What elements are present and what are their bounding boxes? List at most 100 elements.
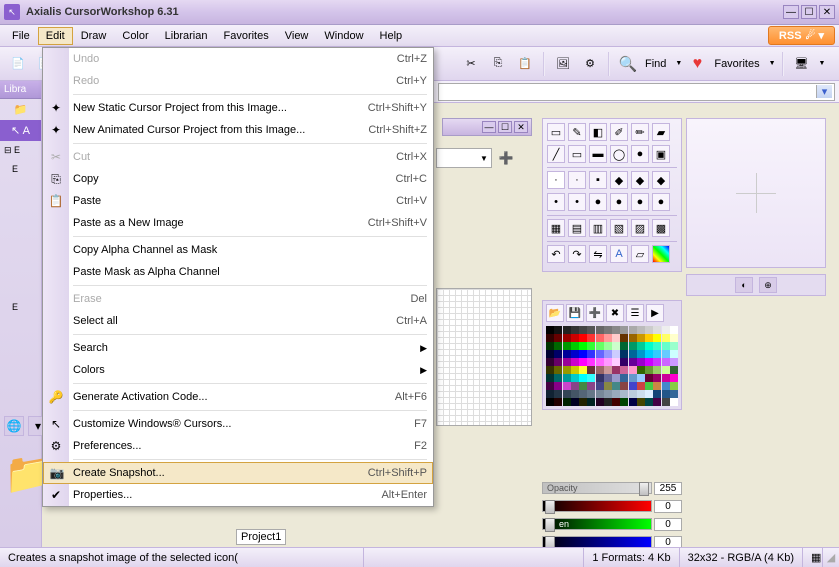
palette-add-button[interactable]: ➕ xyxy=(586,304,604,322)
color-swatch[interactable] xyxy=(662,342,670,350)
brush-tool[interactable]: ✏ xyxy=(631,123,649,141)
menu-item-create-snapshot[interactable]: 📷Create Snapshot...Ctrl+Shift+P xyxy=(43,462,433,484)
brush-size-4[interactable]: ◆ xyxy=(610,171,628,189)
menu-help[interactable]: Help xyxy=(372,27,411,45)
color-swatch[interactable] xyxy=(563,334,571,342)
opacity-value[interactable]: 255 xyxy=(654,482,682,495)
pen-tool[interactable]: ✐ xyxy=(610,123,628,141)
palette-delete-button[interactable]: ✖ xyxy=(606,304,624,322)
color-swatch[interactable] xyxy=(596,398,604,406)
color-swatch[interactable] xyxy=(637,358,645,366)
brush-size-3[interactable]: ▪ xyxy=(589,171,607,189)
color-swatch[interactable] xyxy=(637,334,645,342)
pencil-tool[interactable]: ✎ xyxy=(568,123,586,141)
menu-item-colors[interactable]: Colors▶ xyxy=(43,359,433,381)
color-swatch[interactable] xyxy=(653,398,661,406)
target-button[interactable]: ⊕ xyxy=(759,277,777,293)
color-swatch[interactable] xyxy=(620,334,628,342)
brush-round-3[interactable]: ● xyxy=(589,193,607,211)
color-swatch[interactable] xyxy=(571,390,579,398)
color-swatch[interactable] xyxy=(670,366,678,374)
red-slider[interactable] xyxy=(542,500,652,512)
gradient-5[interactable]: ▨ xyxy=(631,219,649,237)
ellipse-tool[interactable]: ◯ xyxy=(610,145,628,163)
color-swatch[interactable] xyxy=(587,326,595,334)
color-swatch[interactable] xyxy=(653,326,661,334)
color-swatch[interactable] xyxy=(637,390,645,398)
flip-button[interactable]: ⇋ xyxy=(589,245,607,263)
color-swatch[interactable] xyxy=(637,398,645,406)
color-swatch[interactable] xyxy=(662,326,670,334)
color-swatch[interactable] xyxy=(662,390,670,398)
color-swatch[interactable] xyxy=(653,374,661,382)
color-swatch[interactable] xyxy=(662,398,670,406)
color-swatch[interactable] xyxy=(620,350,628,358)
color-swatch[interactable] xyxy=(645,342,653,350)
color-swatch[interactable] xyxy=(629,390,637,398)
menu-librarian[interactable]: Librarian xyxy=(157,27,216,45)
color-swatch[interactable] xyxy=(645,398,653,406)
color-swatch[interactable] xyxy=(571,350,579,358)
filled-ellipse-tool[interactable]: ● xyxy=(631,145,649,163)
doc-maximize-button[interactable]: ☐ xyxy=(498,121,512,133)
color-swatch[interactable] xyxy=(554,342,562,350)
menu-item-paste-mask-as-alpha-channel[interactable]: Paste Mask as Alpha Channel xyxy=(43,261,433,283)
color-swatch[interactable] xyxy=(546,326,554,334)
color-swatch[interactable] xyxy=(604,358,612,366)
color-swatch[interactable] xyxy=(554,334,562,342)
brush-round-6[interactable]: ● xyxy=(652,193,670,211)
color-swatch[interactable] xyxy=(620,366,628,374)
color-swatch[interactable] xyxy=(670,350,678,358)
menu-item-copy-alpha-channel-as-mask[interactable]: Copy Alpha Channel as Mask xyxy=(43,239,433,261)
color-swatch[interactable] xyxy=(629,342,637,350)
color-swatch[interactable] xyxy=(604,366,612,374)
color-swatch[interactable] xyxy=(670,398,678,406)
color-swatch[interactable] xyxy=(653,350,661,358)
color-swatch[interactable] xyxy=(579,350,587,358)
color-swatch[interactable] xyxy=(612,358,620,366)
minimize-button[interactable]: — xyxy=(783,5,799,19)
color-swatch[interactable] xyxy=(612,326,620,334)
color-swatch[interactable] xyxy=(612,398,620,406)
gradient-2[interactable]: ▤ xyxy=(568,219,586,237)
color-swatch[interactable] xyxy=(587,366,595,374)
color-swatch[interactable] xyxy=(587,334,595,342)
red-knob[interactable] xyxy=(545,500,555,514)
color-swatch[interactable] xyxy=(579,358,587,366)
color-swatch[interactable] xyxy=(546,342,554,350)
color-swatch[interactable] xyxy=(653,382,661,390)
color-swatch[interactable] xyxy=(645,350,653,358)
color-swatch[interactable] xyxy=(670,358,678,366)
color-swatch[interactable] xyxy=(670,326,678,334)
color-swatch[interactable] xyxy=(670,334,678,342)
menu-item-customize-windows-cursors[interactable]: ↖Customize Windows® Cursors...F7 xyxy=(43,413,433,435)
color-swatch[interactable] xyxy=(554,374,562,382)
color-swatch[interactable] xyxy=(546,390,554,398)
color-swatch[interactable] xyxy=(637,366,645,374)
add-format-button[interactable]: ➕ xyxy=(496,148,516,168)
color-swatch[interactable] xyxy=(587,342,595,350)
color-swatch[interactable] xyxy=(546,366,554,374)
color-swatch[interactable] xyxy=(645,390,653,398)
color-swatch[interactable] xyxy=(546,334,554,342)
color-swatch[interactable] xyxy=(596,366,604,374)
color-swatch[interactable] xyxy=(620,358,628,366)
rect-tool[interactable]: ▭ xyxy=(568,145,586,163)
color-swatch[interactable] xyxy=(662,382,670,390)
color-swatch[interactable] xyxy=(670,382,678,390)
color-swatch[interactable] xyxy=(587,398,595,406)
opacity-slider[interactable]: Opacity xyxy=(542,482,652,494)
color-swatch[interactable] xyxy=(620,382,628,390)
image-button[interactable]: 🖼 xyxy=(551,52,575,76)
resize-grip[interactable]: ◢ xyxy=(823,551,839,564)
color-swatch[interactable] xyxy=(587,382,595,390)
color-swatch[interactable] xyxy=(612,350,620,358)
brush-size-2[interactable]: · xyxy=(568,171,586,189)
gradient-1[interactable]: ▦ xyxy=(547,219,565,237)
opacity-knob[interactable] xyxy=(639,482,649,496)
color-swatch[interactable] xyxy=(653,366,661,374)
gradient-4[interactable]: ▧ xyxy=(610,219,628,237)
color-swatch[interactable] xyxy=(596,374,604,382)
color-swatch[interactable] xyxy=(554,326,562,334)
color-swatch[interactable] xyxy=(629,382,637,390)
